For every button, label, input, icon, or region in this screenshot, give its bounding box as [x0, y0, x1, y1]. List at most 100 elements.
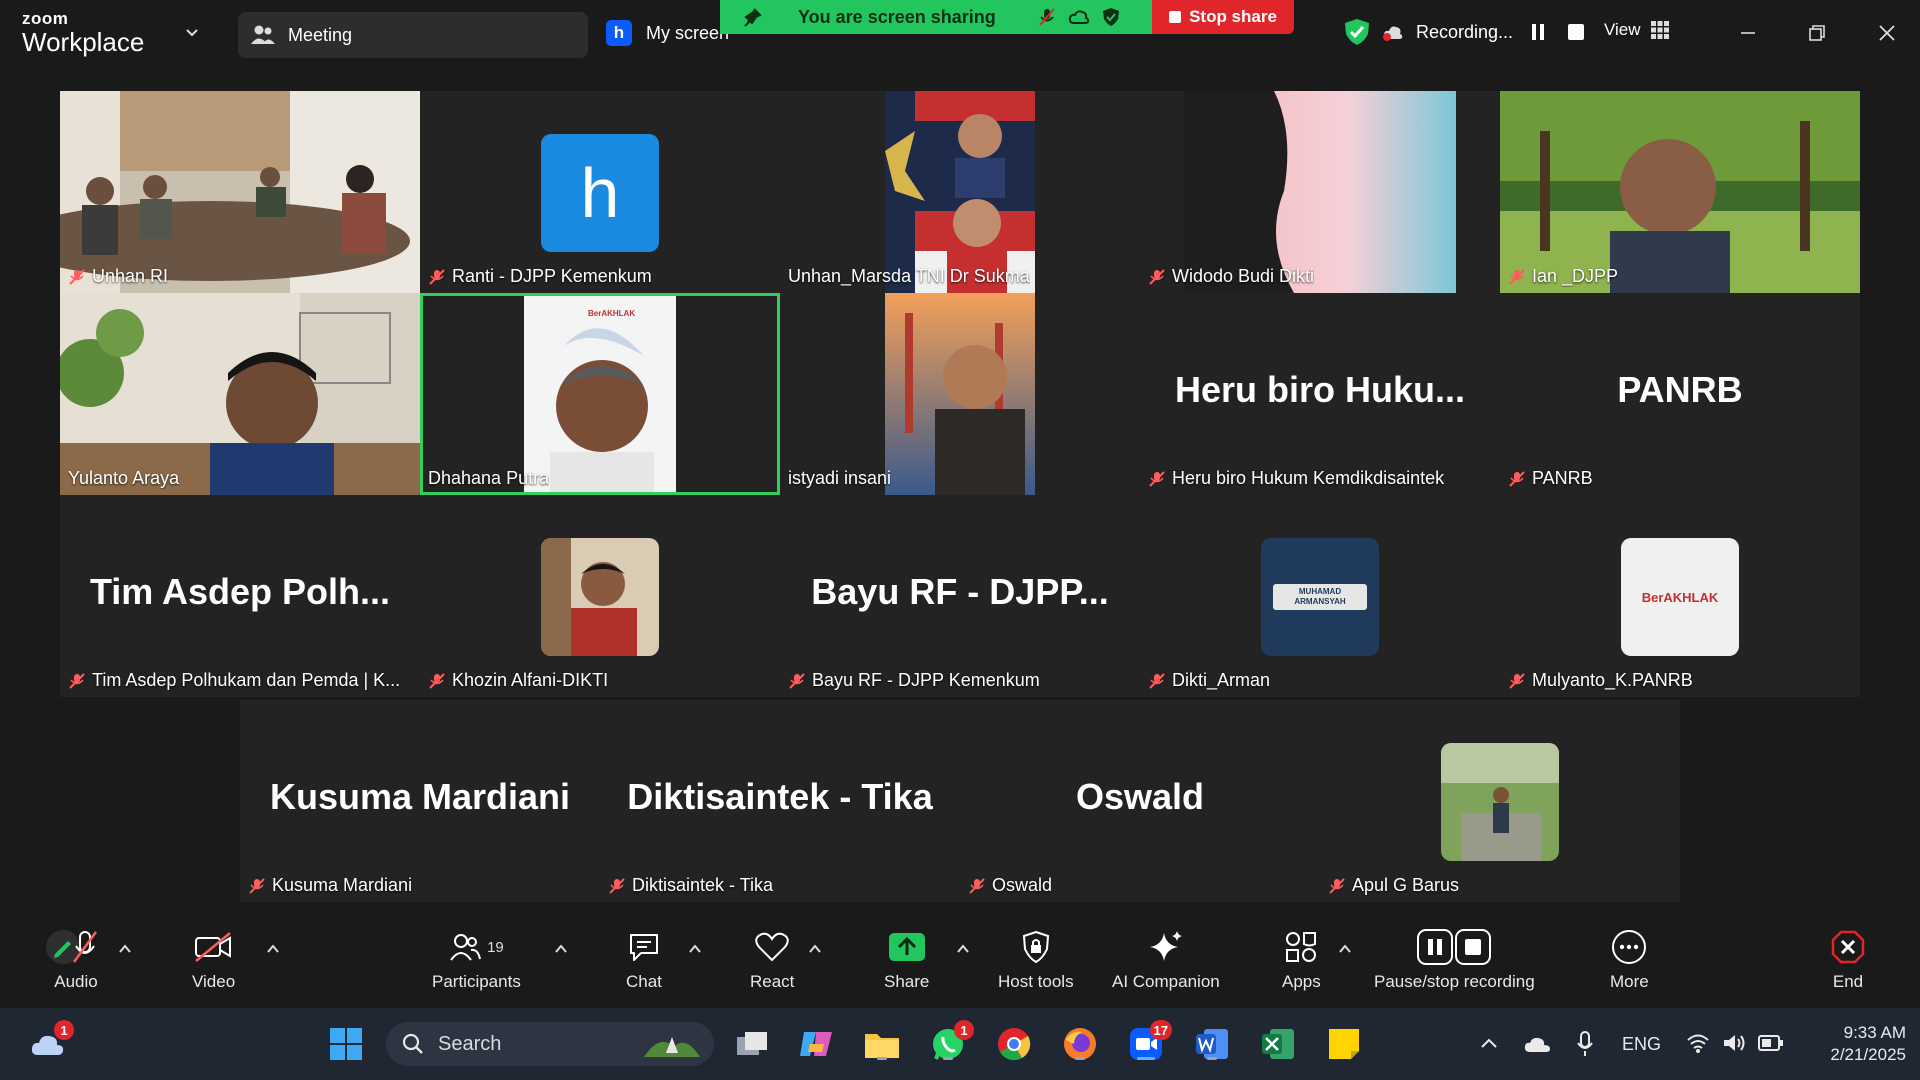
participant-name-tag: Apul G Barus: [1328, 875, 1459, 896]
participant-tile-oswald[interactable]: Oswald Oswald: [960, 700, 1320, 902]
mic-muted-icon: [1509, 268, 1525, 285]
participant-tile-ian[interactable]: Ian _DJPP: [1500, 91, 1860, 293]
screen-sharing-banner: You are screen sharing: [720, 0, 1152, 34]
volume-icon[interactable]: [1722, 1032, 1746, 1054]
more-button[interactable]: More: [1610, 928, 1649, 992]
heart-icon: [755, 932, 789, 962]
view-button[interactable]: View: [1604, 20, 1669, 40]
task-view-icon: [737, 1032, 767, 1055]
participant-tile-mulyanto[interactable]: BerAKHLAK Mulyanto_K.PANRB: [1500, 495, 1860, 697]
participant-tile-ranti[interactable]: h Ranti - DJPP Kemenkum: [420, 91, 780, 293]
restore-button[interactable]: [1802, 18, 1832, 48]
search-placeholder: Search: [438, 1032, 502, 1055]
stop-recording-button[interactable]: [1563, 19, 1589, 45]
participant-name-tag: Diktisaintek - Tika: [608, 875, 773, 896]
avatar-photo: [1441, 743, 1559, 861]
video-button[interactable]: Video: [192, 928, 235, 992]
zoom-taskbar-button[interactable]: 17: [1126, 1020, 1172, 1064]
show-hidden-icons-chevron-icon[interactable]: [1480, 1036, 1498, 1050]
participant-tile-diktisaintek-tika[interactable]: Diktisaintek - Tika Diktisaintek - Tika: [600, 700, 960, 902]
whatsapp-button[interactable]: 1: [928, 1020, 974, 1064]
copilot-button[interactable]: [796, 1024, 836, 1064]
mic-muted-icon: [46, 930, 98, 964]
participant-tile-dikti-arman[interactable]: MUHAMAD ARMANSYAH Dikti_Arman: [1140, 495, 1500, 697]
participant-tile-unhan-ri[interactable]: Unhan RI: [60, 91, 420, 293]
system-clock[interactable]: 9:33 AM 2/21/2025: [1806, 1022, 1906, 1066]
language-indicator[interactable]: ENG: [1622, 1034, 1661, 1055]
participant-tile-panrb[interactable]: PANRB PANRB: [1500, 293, 1860, 495]
participant-tile-heru[interactable]: Heru biro Huku... Heru biro Hukum Kemdik…: [1140, 293, 1500, 495]
stop-share-label: Stop share: [1189, 7, 1277, 26]
participant-tile-bayu[interactable]: Bayu RF - DJPP... Bayu RF - DJPP Kemenku…: [780, 495, 1140, 697]
close-button[interactable]: [1872, 18, 1902, 48]
participants-button[interactable]: 19 Participants: [432, 928, 521, 992]
participant-tile-apul[interactable]: Apul G Barus: [1320, 700, 1680, 902]
pause-recording-button[interactable]: [1525, 19, 1551, 45]
mic-muted-icon: [1149, 470, 1165, 487]
chrome-button[interactable]: [994, 1024, 1034, 1064]
excel-button[interactable]: [1258, 1024, 1298, 1064]
participant-tile-unhan-marsda[interactable]: Unhan_Marsda TNI Dr Sukma: [780, 91, 1140, 293]
sticky-notes-button[interactable]: [1324, 1024, 1364, 1064]
file-explorer-button[interactable]: [862, 1024, 902, 1064]
firefox-button[interactable]: [1060, 1024, 1100, 1064]
my-screen-tab[interactable]: h My screen: [606, 20, 729, 46]
battery-icon[interactable]: [1758, 1034, 1784, 1052]
audio-options-caret-icon[interactable]: [118, 942, 132, 956]
share-options-caret-icon[interactable]: [956, 942, 970, 956]
participant-name: Apul G Barus: [1352, 875, 1460, 895]
excel-icon: [1262, 1029, 1294, 1059]
participants-options-caret-icon[interactable]: [554, 942, 568, 956]
my-screen-label: My screen: [646, 22, 730, 43]
apps-options-caret-icon[interactable]: [1338, 942, 1352, 956]
chevron-down-icon[interactable]: [184, 24, 200, 40]
participant-name: Khozin Alfani-DIKTI: [452, 670, 609, 690]
participant-tile-yulanto[interactable]: Yulanto Araya: [60, 293, 420, 495]
participant-tile-kusuma[interactable]: Kusuma Mardiani Kusuma Mardiani: [240, 700, 600, 902]
mic-muted-icon[interactable]: [1038, 7, 1056, 27]
task-view-button[interactable]: [732, 1024, 772, 1064]
react-options-caret-icon[interactable]: [808, 942, 822, 956]
participant-name-tag: Khozin Alfani-DIKTI: [428, 670, 608, 691]
start-button[interactable]: [326, 1024, 366, 1064]
participant-tile-khozin[interactable]: Khozin Alfani-DIKTI: [420, 495, 780, 697]
brand-small: zoom: [22, 9, 69, 28]
stop-share-button[interactable]: Stop share: [1152, 0, 1294, 34]
participant-name: Mulyanto_K.PANRB: [1532, 670, 1693, 690]
weather-widget-button[interactable]: 1: [28, 1020, 74, 1064]
react-button[interactable]: React: [750, 928, 794, 992]
audio-button[interactable]: Audio: [46, 928, 106, 992]
apps-button[interactable]: Apps: [1282, 928, 1321, 992]
participant-name: Bayu RF - DJPP Kemenkum: [812, 670, 1040, 690]
participant-name: Unhan RI: [92, 266, 169, 286]
microphone-icon[interactable]: [1576, 1030, 1594, 1058]
chat-button[interactable]: Chat: [626, 928, 662, 992]
running-indicator: [1207, 1057, 1217, 1060]
ai-companion-button[interactable]: AI Companion: [1112, 928, 1220, 992]
share-button[interactable]: Share: [884, 928, 929, 992]
minimize-button[interactable]: [1733, 18, 1763, 48]
wifi-icon[interactable]: [1686, 1032, 1710, 1054]
participant-tile-istyadi[interactable]: istyadi insani: [780, 293, 1140, 495]
end-button[interactable]: End: [1830, 928, 1866, 992]
avatar-photo: [541, 538, 659, 656]
chat-options-caret-icon[interactable]: [688, 942, 702, 956]
encryption-shield-icon[interactable]: [1344, 18, 1370, 46]
audio-icon-group: [46, 928, 106, 966]
pin-icon[interactable]: [742, 7, 762, 27]
participant-tile-widodo[interactable]: Widodo Budi Dikti: [1140, 91, 1500, 293]
whatsapp-badge: 1: [954, 1020, 974, 1040]
word-button[interactable]: [1192, 1024, 1232, 1064]
onedrive-cloud-icon[interactable]: [1524, 1034, 1552, 1054]
pause-stop-recording-button[interactable]: Pause/stop recording: [1374, 928, 1535, 992]
video-options-caret-icon[interactable]: [266, 942, 280, 956]
taskbar-search-box[interactable]: Search: [386, 1022, 714, 1066]
participant-tile-dhahana-active-speaker[interactable]: BerAKHLAK Dhahana Putra: [420, 293, 780, 495]
more-icon: [1612, 930, 1647, 964]
host-tools-button[interactable]: Host tools: [998, 928, 1074, 992]
participants-icon-group: 19: [449, 928, 504, 966]
meeting-controls-bar: Audio Video 19 Participants Chat React S…: [0, 920, 1920, 1008]
participant-tile-tim-asdep[interactable]: Tim Asdep Polh... Tim Asdep Polhukam dan…: [60, 495, 420, 697]
end-icon-group: [1830, 928, 1866, 966]
meeting-tab[interactable]: Meeting: [238, 12, 588, 58]
